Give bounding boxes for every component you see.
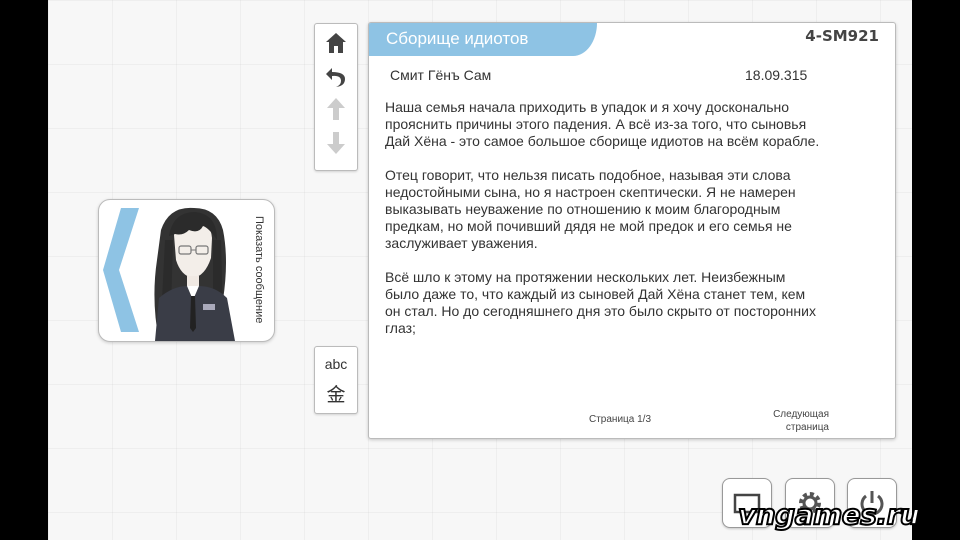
next-page-label: Следующая страница xyxy=(773,409,829,433)
chevron-left-icon xyxy=(103,208,139,332)
message-title: Сборище идиотов xyxy=(386,29,529,48)
message-date: 18.09.315 xyxy=(745,67,808,83)
undo-icon[interactable] xyxy=(324,64,348,90)
watermark: vngames.ru xyxy=(737,497,921,532)
latin-label: abc xyxy=(324,356,348,372)
language-toggle-button[interactable]: abc 金 xyxy=(314,346,358,414)
page-indicator: Страница 1/3 xyxy=(589,414,652,425)
message-code: 4-SM921 xyxy=(805,27,879,45)
message-paragraph: Всё шло к этому на протяжении нескольких… xyxy=(385,269,816,336)
message-paragraph: Наша семья начала приходить в упадок и я… xyxy=(385,99,820,149)
message-sender: Смит Гёнъ Сам xyxy=(390,67,492,83)
message-panel: Сборище идиотов 4-SM921 Смит Гёнъ Сам 18… xyxy=(368,22,896,439)
message-toolbar xyxy=(314,23,358,171)
message-body: Наша семья начала приходить в упадок и я… xyxy=(385,99,880,354)
arrow-up-icon[interactable] xyxy=(324,96,348,122)
arrow-down-icon[interactable] xyxy=(324,130,348,156)
show-message-card[interactable]: Показать сообщение xyxy=(98,199,275,342)
home-icon[interactable] xyxy=(324,30,348,56)
next-page-button[interactable]: Следующая страница xyxy=(749,408,829,434)
message-paragraph: Отец говорит, что нельзя писать подобное… xyxy=(385,167,796,251)
show-message-label: Показать сообщение xyxy=(253,216,265,324)
kanji-label: 金 xyxy=(326,384,346,406)
